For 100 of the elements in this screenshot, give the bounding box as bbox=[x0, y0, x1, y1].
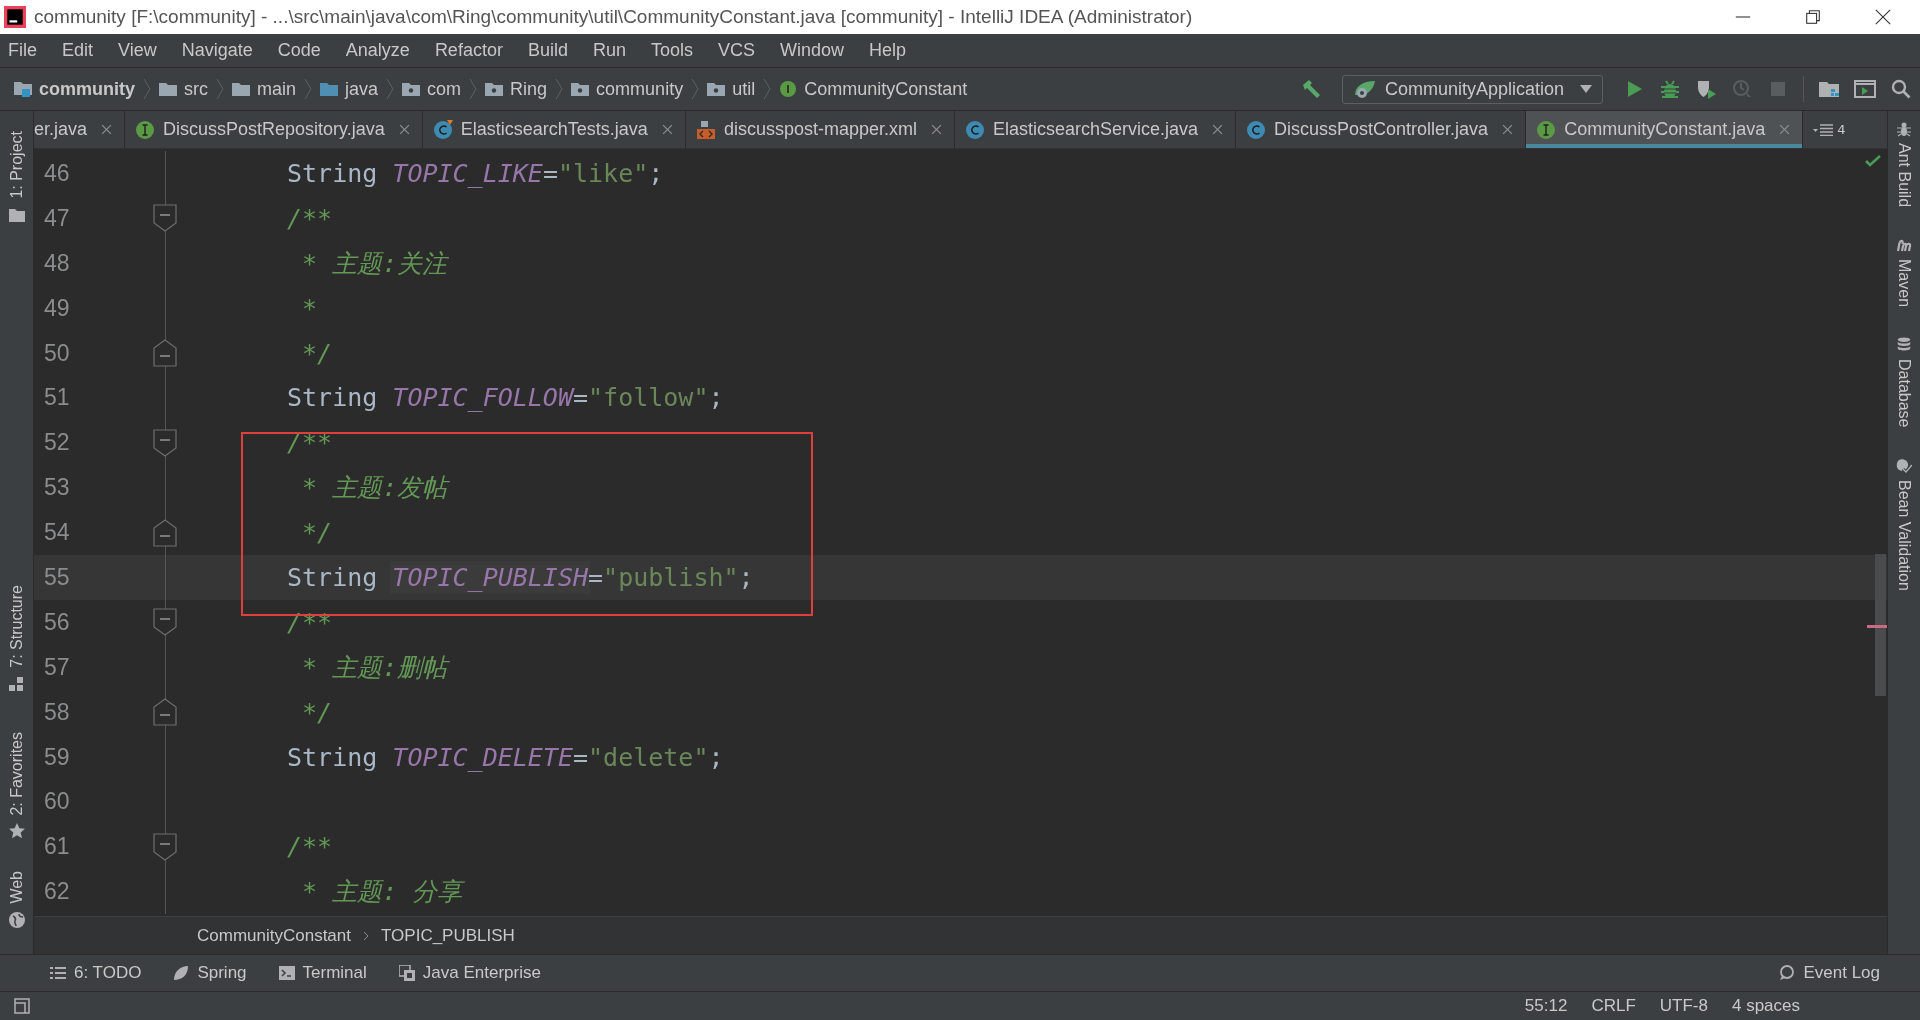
breadcrumb-item[interactable]: com bbox=[427, 78, 462, 100]
restore-icon[interactable] bbox=[1804, 8, 1822, 26]
package-folder-icon bbox=[571, 81, 590, 97]
code-line: */ bbox=[301, 338, 333, 368]
editor-tab[interactable]: CommunityConstant.java bbox=[1526, 111, 1804, 148]
fold-marker-icon[interactable] bbox=[153, 339, 177, 367]
fold-marker-icon[interactable] bbox=[153, 428, 177, 457]
tool-window-button[interactable]: 7: Structure bbox=[7, 579, 26, 698]
breadcrumb-item[interactable]: main bbox=[257, 78, 297, 100]
line-number: 49 bbox=[43, 294, 71, 322]
fold-marker-icon[interactable] bbox=[153, 698, 177, 727]
tool-window-button[interactable]: Web bbox=[7, 865, 26, 934]
status-item[interactable]: 55:12 bbox=[1524, 996, 1568, 1016]
app-logo-icon bbox=[4, 6, 26, 28]
line-number: 61 bbox=[43, 833, 71, 861]
tool-window-button[interactable]: Database bbox=[1895, 337, 1913, 428]
chevron-icon bbox=[386, 78, 395, 100]
tool-window-button[interactable]: Spring bbox=[173, 963, 247, 983]
editor-tab[interactable]: ElasticsearchTests.java bbox=[422, 111, 686, 148]
line-number: 51 bbox=[43, 384, 71, 412]
menu-item[interactable]: Edit bbox=[60, 38, 96, 63]
breadcrumb-item[interactable]: src bbox=[184, 78, 208, 100]
menu-item[interactable]: Tools bbox=[648, 38, 695, 63]
tool-window-button[interactable]: 1: Project bbox=[7, 125, 26, 229]
code-line: * 主题: 分享 bbox=[301, 876, 463, 909]
tool-window-button[interactable]: Maven bbox=[1895, 237, 1913, 308]
xml-file-icon bbox=[695, 119, 716, 140]
code-line: String TOPIC_FOLLOW="follow"; bbox=[287, 383, 724, 413]
menu-item[interactable]: Help bbox=[867, 38, 909, 63]
run-configuration-dropdown[interactable]: CommunityApplication bbox=[1341, 74, 1603, 104]
tool-window-button[interactable]: Ant Build bbox=[1895, 121, 1913, 208]
error-stripe-mark bbox=[1867, 625, 1887, 628]
menu-item[interactable]: File bbox=[6, 38, 39, 63]
scrollbar-thumb[interactable] bbox=[1875, 554, 1886, 696]
dropdown-caret-icon bbox=[1580, 85, 1592, 93]
menu-item[interactable]: Window bbox=[778, 38, 847, 63]
tool-window-button[interactable]: 6: TODO bbox=[50, 963, 142, 983]
tool-window-button[interactable]: 2: Favorites bbox=[7, 725, 26, 846]
code-line: /** bbox=[287, 203, 333, 233]
line-number: 52 bbox=[43, 429, 71, 457]
event-log-button[interactable]: Event Log bbox=[1779, 963, 1880, 983]
tool-window-button[interactable]: Terminal bbox=[278, 963, 367, 983]
menu-item[interactable]: Analyze bbox=[343, 38, 412, 63]
fold-marker-icon[interactable] bbox=[153, 518, 177, 547]
code-line: /** bbox=[287, 832, 333, 862]
menu-item[interactable]: Refactor bbox=[432, 38, 505, 63]
code-line: String TOPIC_LIKE="like"; bbox=[287, 158, 664, 188]
menu-item[interactable]: Navigate bbox=[179, 38, 255, 63]
structure-icon bbox=[8, 675, 25, 692]
code-line: String TOPIC_PUBLISH="publish"; bbox=[287, 562, 754, 592]
interface-icon bbox=[1536, 119, 1557, 140]
interface-icon bbox=[135, 119, 156, 140]
menu-item[interactable]: VCS bbox=[716, 38, 757, 63]
menu-item[interactable]: Build bbox=[525, 38, 570, 63]
folder-icon bbox=[159, 81, 177, 97]
code-line: * 主题:关注 bbox=[301, 247, 448, 280]
panel-toggle-icon[interactable] bbox=[14, 998, 30, 1014]
bug-icon[interactable] bbox=[1659, 78, 1681, 100]
terminal-icon bbox=[278, 965, 295, 981]
breadcrumb-item[interactable]: java bbox=[345, 78, 379, 100]
database-icon bbox=[1896, 337, 1912, 354]
breadcrumb-item[interactable]: Ring bbox=[510, 78, 548, 100]
fold-marker-icon[interactable] bbox=[153, 204, 177, 233]
tab-overflow-button[interactable]: 4 bbox=[1803, 111, 1856, 148]
folder-icon bbox=[8, 206, 25, 223]
breadcrumb-item[interactable]: community bbox=[39, 78, 135, 100]
close-icon[interactable] bbox=[1874, 8, 1892, 26]
maven-icon bbox=[1896, 237, 1912, 254]
code-line: */ bbox=[301, 518, 333, 548]
line-number: 62 bbox=[43, 878, 71, 906]
menu-item[interactable]: Code bbox=[275, 38, 323, 63]
status-item[interactable]: 4 spaces bbox=[1731, 996, 1800, 1016]
package-folder-icon bbox=[402, 81, 421, 97]
fold-marker-icon[interactable] bbox=[153, 832, 177, 861]
star-icon bbox=[8, 823, 25, 840]
package-folder-icon bbox=[707, 81, 726, 97]
search-icon[interactable] bbox=[1890, 78, 1912, 100]
globe-icon bbox=[8, 912, 25, 928]
chevron-icon bbox=[555, 78, 564, 100]
editor-tab[interactable]: ElasticsearchService.java bbox=[954, 111, 1237, 148]
tool-window-button[interactable]: Bean Validation bbox=[1895, 457, 1913, 591]
tool-window-button[interactable]: Java Enterprise bbox=[398, 963, 541, 983]
menu-item[interactable]: View bbox=[116, 38, 159, 63]
editor-tab[interactable]: discusspost-mapper.xml bbox=[685, 111, 955, 148]
menu-item[interactable]: Run bbox=[590, 38, 628, 63]
status-item[interactable]: UTF-8 bbox=[1659, 996, 1708, 1016]
breadcrumb-item[interactable]: util bbox=[732, 78, 756, 100]
status-item[interactable]: CRLF bbox=[1591, 996, 1636, 1016]
line-number: 47 bbox=[43, 204, 71, 232]
editor-tab[interactable]: er.java bbox=[34, 111, 126, 148]
window-run-icon[interactable] bbox=[1854, 78, 1876, 100]
code-line: * 主题:发帖 bbox=[301, 472, 448, 505]
code-breadcrumb-item[interactable]: CommunityConstant bbox=[197, 925, 351, 946]
shield-run-icon[interactable] bbox=[1695, 78, 1717, 100]
breadcrumb-item[interactable]: community bbox=[596, 78, 684, 100]
line-number: 56 bbox=[43, 608, 71, 636]
fold-marker-icon[interactable] bbox=[153, 608, 177, 637]
breadcrumb-item[interactable]: CommunityConstant bbox=[804, 78, 968, 100]
code-breadcrumb-item[interactable]: TOPIC_PUBLISH bbox=[381, 925, 515, 946]
editor-tab[interactable]: DiscussPostRepository.java bbox=[125, 111, 423, 148]
